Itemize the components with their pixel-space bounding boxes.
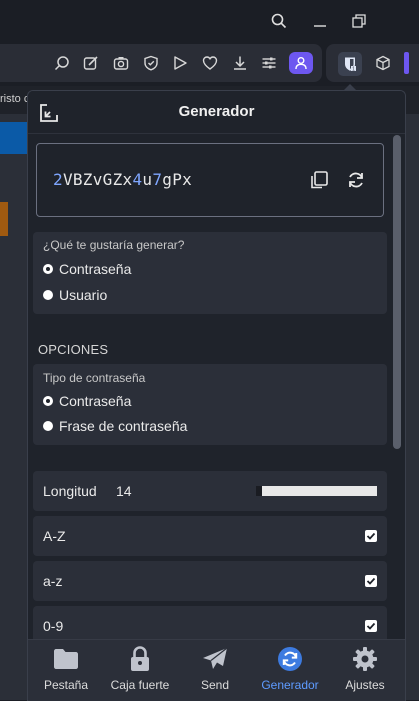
nav-label: Pestaña: [43, 678, 89, 692]
checkbox-checked-icon[interactable]: [365, 575, 377, 587]
background-page-button: [0, 202, 8, 236]
radio-selected-icon: [43, 264, 53, 274]
radio-username[interactable]: Usuario: [43, 287, 107, 303]
settings-sliders-icon[interactable]: [259, 53, 279, 73]
background-page-banner: [0, 122, 30, 154]
bookmark-item[interactable]: risto c: [0, 93, 29, 105]
length-slider[interactable]: [246, 486, 377, 496]
radio-password-type[interactable]: Contraseña: [43, 393, 131, 409]
generated-password-box: 2VBZvGZx4u7gPx: [36, 143, 384, 217]
password-type-label: Tipo de contraseña: [43, 371, 146, 385]
password-part: 2: [53, 170, 63, 189]
play-icon[interactable]: [170, 53, 190, 73]
camera-icon[interactable]: [111, 53, 131, 73]
folder-icon: [53, 646, 79, 672]
length-slider-thumb[interactable]: [256, 486, 262, 496]
password-part: 4: [132, 170, 143, 189]
nav-vault[interactable]: Caja fuerte: [105, 646, 175, 698]
password-part: u: [142, 170, 153, 189]
nav-label: Send: [200, 678, 230, 692]
extension-accent: [404, 52, 409, 74]
radio-unselected-icon: [43, 421, 53, 431]
radio-label: Usuario: [59, 287, 108, 303]
generator-icon: [277, 646, 303, 672]
option-label: A-Z: [43, 528, 66, 544]
options-section-title: OPCIONES: [38, 342, 109, 357]
page-title: Generador: [178, 103, 255, 120]
nav-generator[interactable]: Generador: [255, 646, 325, 698]
generator-popup: Generador 2VBZvGZx4u7gPx ¿Qué te gustarí…: [27, 90, 406, 701]
popout-icon[interactable]: [38, 102, 60, 124]
password-type-card: Tipo de contraseña Contraseña Frase de c…: [33, 364, 387, 445]
length-label: Longitud: [43, 483, 97, 499]
background-page-right: [404, 114, 419, 700]
popup-scrollbar[interactable]: [393, 135, 401, 691]
option-label: a-z: [43, 573, 63, 589]
copy-icon[interactable]: [307, 168, 331, 192]
svg-text:1: 1: [352, 66, 355, 72]
nav-label: Caja fuerte: [110, 678, 170, 692]
gear-icon: [352, 646, 378, 672]
length-value[interactable]: 14: [116, 483, 132, 499]
radio-password[interactable]: Contraseña: [43, 261, 131, 277]
profile-icon[interactable]: [289, 52, 313, 74]
radio-label: Contraseña: [59, 393, 132, 409]
popup-header: Generador: [28, 91, 405, 134]
zoom-icon[interactable]: [52, 53, 72, 73]
radio-label: Frase de contraseña: [59, 418, 188, 434]
heart-icon[interactable]: [200, 53, 220, 73]
restore-icon[interactable]: [348, 10, 370, 32]
generate-type-card: ¿Qué te gustaría generar? Contraseña Usu…: [33, 232, 387, 314]
shield-icon[interactable]: [141, 53, 161, 73]
password-part: VBZvGZx: [62, 170, 133, 189]
option-lowercase[interactable]: a-z: [33, 561, 387, 601]
search-icon[interactable]: [268, 10, 290, 32]
length-row: Longitud 14: [33, 471, 387, 511]
lock-icon: [127, 646, 153, 672]
regenerate-icon[interactable]: [344, 168, 368, 192]
generate-question: ¿Qué te gustaría generar?: [43, 238, 185, 252]
browser-titlebar: [0, 0, 419, 42]
generated-password[interactable]: 2VBZvGZx4u7gPx: [53, 170, 192, 189]
cube-icon[interactable]: [373, 53, 393, 73]
edit-icon[interactable]: [81, 53, 101, 73]
nav-settings[interactable]: Ajustes: [330, 646, 400, 698]
password-part: 7: [152, 170, 163, 189]
nav-label: Ajustes: [345, 678, 385, 692]
send-icon: [202, 646, 228, 672]
option-uppercase[interactable]: A-Z: [33, 516, 387, 556]
radio-passphrase-type[interactable]: Frase de contraseña: [43, 418, 187, 434]
minimize-icon[interactable]: [309, 10, 331, 32]
checkbox-checked-icon[interactable]: [365, 620, 377, 632]
bitwarden-icon[interactable]: 1: [338, 52, 362, 76]
radio-selected-icon: [43, 396, 53, 406]
radio-unselected-icon: [43, 290, 53, 300]
nav-tab[interactable]: Pestaña: [31, 646, 101, 698]
radio-label: Contraseña: [59, 261, 132, 277]
nav-send[interactable]: Send: [180, 646, 250, 698]
scrollbar-thumb[interactable]: [393, 135, 401, 449]
nav-label: Generador: [261, 678, 319, 692]
bottom-nav: Pestaña Caja fuerte Send Generador Ajust…: [28, 639, 405, 701]
password-part: gPx: [162, 170, 193, 189]
download-icon[interactable]: [230, 53, 250, 73]
option-label: 0-9: [43, 618, 64, 634]
checkbox-checked-icon[interactable]: [365, 530, 377, 542]
